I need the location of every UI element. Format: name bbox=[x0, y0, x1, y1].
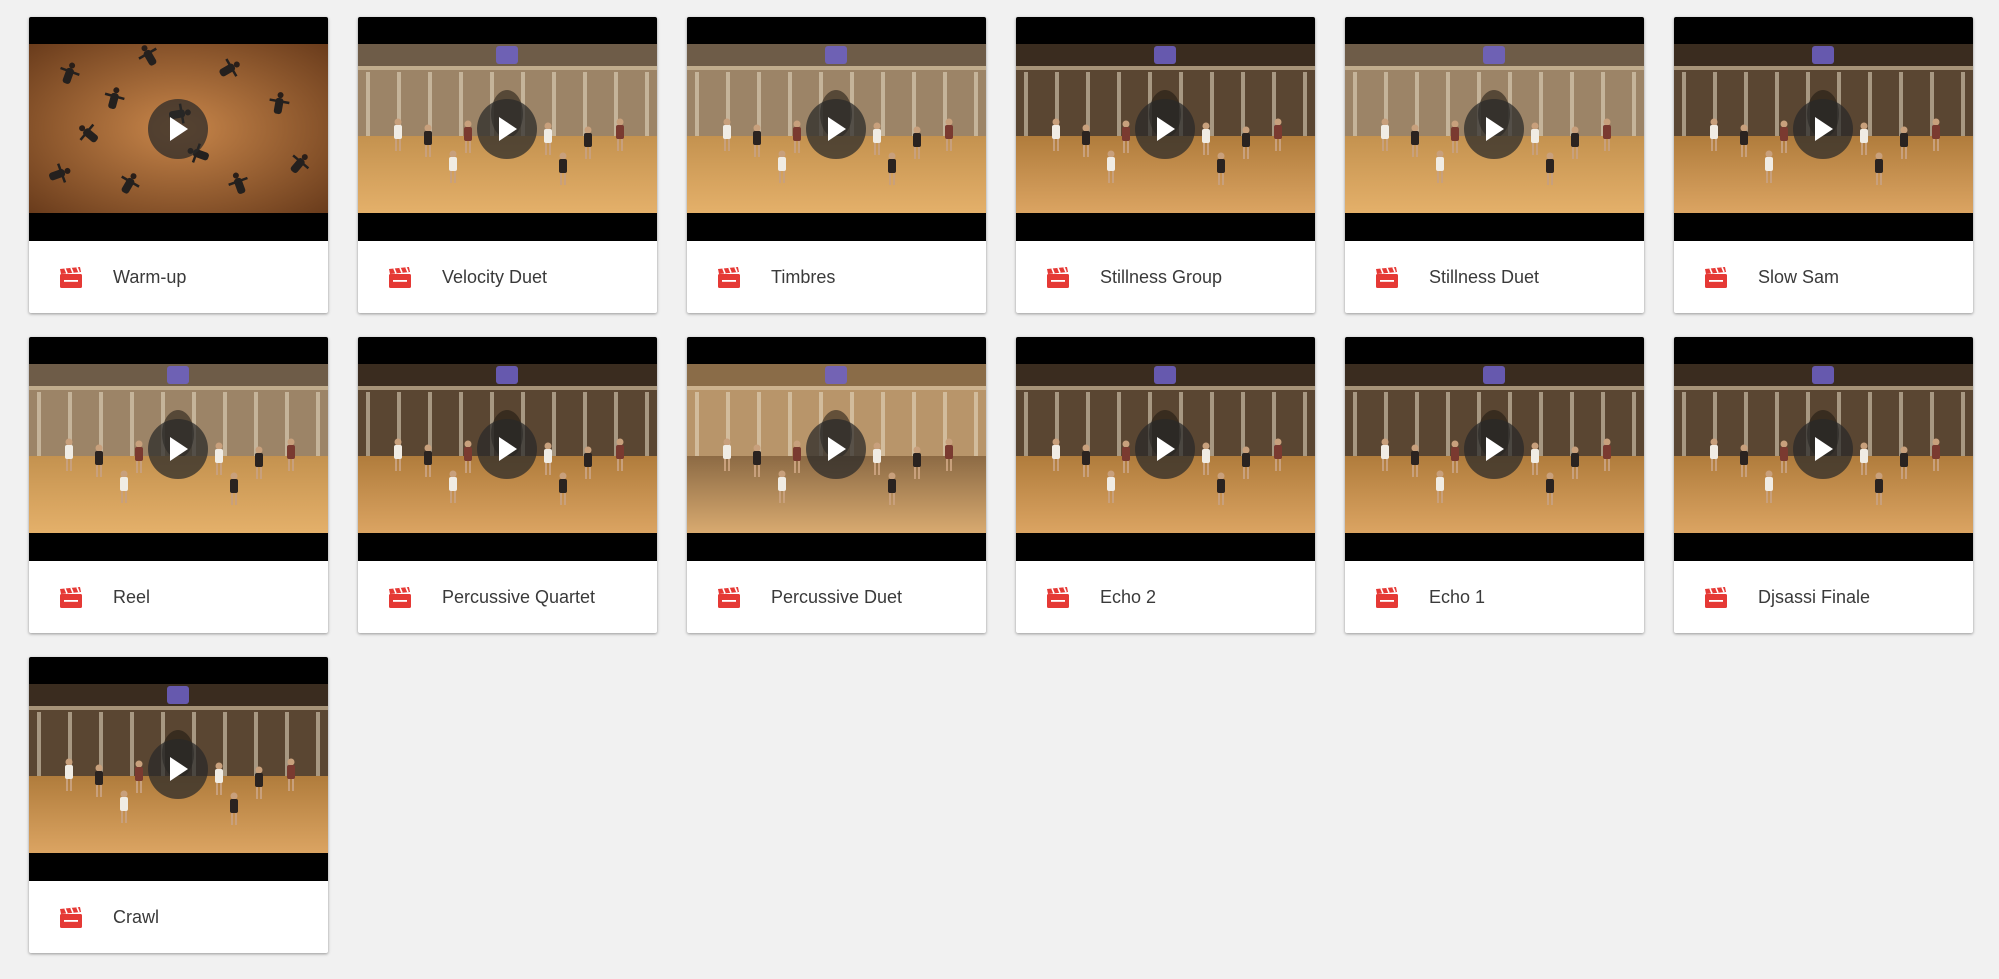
video-title: Timbres bbox=[771, 267, 836, 287]
video-card[interactable]: Crawl bbox=[29, 657, 328, 953]
video-thumbnail[interactable] bbox=[1674, 337, 1973, 561]
video-title: Echo 1 bbox=[1429, 587, 1486, 607]
video-title: Percussive Duet bbox=[771, 587, 903, 607]
video-card[interactable]: Percussive Duet bbox=[687, 337, 986, 633]
play-icon[interactable] bbox=[806, 419, 866, 479]
video-card-footer: Percussive Duet bbox=[687, 561, 986, 633]
video-thumbnail[interactable] bbox=[358, 337, 657, 561]
video-card-footer: Stillness Group bbox=[1016, 241, 1315, 313]
play-icon[interactable] bbox=[477, 419, 537, 479]
movie-clapper-icon bbox=[389, 267, 411, 288]
play-icon[interactable] bbox=[148, 419, 208, 479]
video-thumbnail[interactable] bbox=[687, 337, 986, 561]
movie-clapper-icon bbox=[1047, 587, 1069, 608]
video-thumbnail[interactable] bbox=[358, 17, 657, 241]
play-icon[interactable] bbox=[1793, 419, 1853, 479]
video-thumbnail[interactable] bbox=[29, 337, 328, 561]
video-card[interactable]: Echo 2 bbox=[1016, 337, 1315, 633]
video-thumbnail[interactable] bbox=[1674, 17, 1973, 241]
video-card[interactable]: Reel bbox=[29, 337, 328, 633]
video-title: Percussive Quartet bbox=[442, 587, 596, 607]
video-card[interactable]: Warm-up bbox=[29, 17, 328, 313]
video-thumbnail[interactable] bbox=[1016, 337, 1315, 561]
movie-clapper-icon bbox=[1705, 587, 1727, 608]
video-title: Djsassi Finale bbox=[1758, 587, 1871, 607]
video-thumbnail[interactable] bbox=[29, 657, 328, 881]
video-grid: Warm-up Velocity Duet Timbres Stillness … bbox=[29, 17, 1973, 953]
play-icon[interactable] bbox=[1464, 99, 1524, 159]
movie-clapper-icon bbox=[1047, 267, 1069, 288]
video-card-footer: Djsassi Finale bbox=[1674, 561, 1973, 633]
movie-clapper-icon bbox=[1376, 267, 1398, 288]
play-icon[interactable] bbox=[806, 99, 866, 159]
video-thumbnail[interactable] bbox=[1016, 17, 1315, 241]
video-title: Crawl bbox=[113, 907, 160, 927]
video-title: Slow Sam bbox=[1758, 267, 1840, 287]
movie-clapper-icon bbox=[60, 267, 82, 288]
play-icon[interactable] bbox=[477, 99, 537, 159]
video-card-footer: Echo 1 bbox=[1345, 561, 1644, 633]
video-card-footer: Stillness Duet bbox=[1345, 241, 1644, 313]
video-card-footer: Warm-up bbox=[29, 241, 328, 313]
video-thumbnail[interactable] bbox=[1345, 337, 1644, 561]
movie-clapper-icon bbox=[718, 587, 740, 608]
video-thumbnail[interactable] bbox=[29, 17, 328, 241]
play-icon[interactable] bbox=[1464, 419, 1524, 479]
video-card-footer: Slow Sam bbox=[1674, 241, 1973, 313]
movie-clapper-icon bbox=[1705, 267, 1727, 288]
movie-clapper-icon bbox=[1376, 587, 1398, 608]
video-title: Stillness Group bbox=[1100, 267, 1223, 287]
movie-clapper-icon bbox=[718, 267, 740, 288]
video-card-footer: Timbres bbox=[687, 241, 986, 313]
video-card[interactable]: Velocity Duet bbox=[358, 17, 657, 313]
movie-clapper-icon bbox=[60, 907, 82, 928]
video-card-footer: Echo 2 bbox=[1016, 561, 1315, 633]
play-icon[interactable] bbox=[1135, 419, 1195, 479]
video-card-footer: Velocity Duet bbox=[358, 241, 657, 313]
movie-clapper-icon bbox=[389, 587, 411, 608]
movie-clapper-icon bbox=[60, 587, 82, 608]
video-card[interactable]: Djsassi Finale bbox=[1674, 337, 1973, 633]
play-icon[interactable] bbox=[148, 739, 208, 799]
video-thumbnail[interactable] bbox=[687, 17, 986, 241]
video-title: Warm-up bbox=[113, 267, 187, 287]
video-card[interactable]: Slow Sam bbox=[1674, 17, 1973, 313]
play-icon[interactable] bbox=[1135, 99, 1195, 159]
video-card-footer: Crawl bbox=[29, 881, 328, 953]
video-title: Reel bbox=[113, 587, 151, 607]
video-thumbnail[interactable] bbox=[1345, 17, 1644, 241]
video-card-footer: Reel bbox=[29, 561, 328, 633]
play-icon[interactable] bbox=[1793, 99, 1853, 159]
video-card-footer: Percussive Quartet bbox=[358, 561, 657, 633]
video-card[interactable]: Percussive Quartet bbox=[358, 337, 657, 633]
video-card[interactable]: Timbres bbox=[687, 17, 986, 313]
video-title: Stillness Duet bbox=[1429, 267, 1540, 287]
video-card[interactable]: Stillness Duet bbox=[1345, 17, 1644, 313]
video-title: Echo 2 bbox=[1100, 587, 1157, 607]
play-icon[interactable] bbox=[148, 99, 208, 159]
video-card[interactable]: Stillness Group bbox=[1016, 17, 1315, 313]
video-title: Velocity Duet bbox=[442, 267, 548, 287]
video-card[interactable]: Echo 1 bbox=[1345, 337, 1644, 633]
